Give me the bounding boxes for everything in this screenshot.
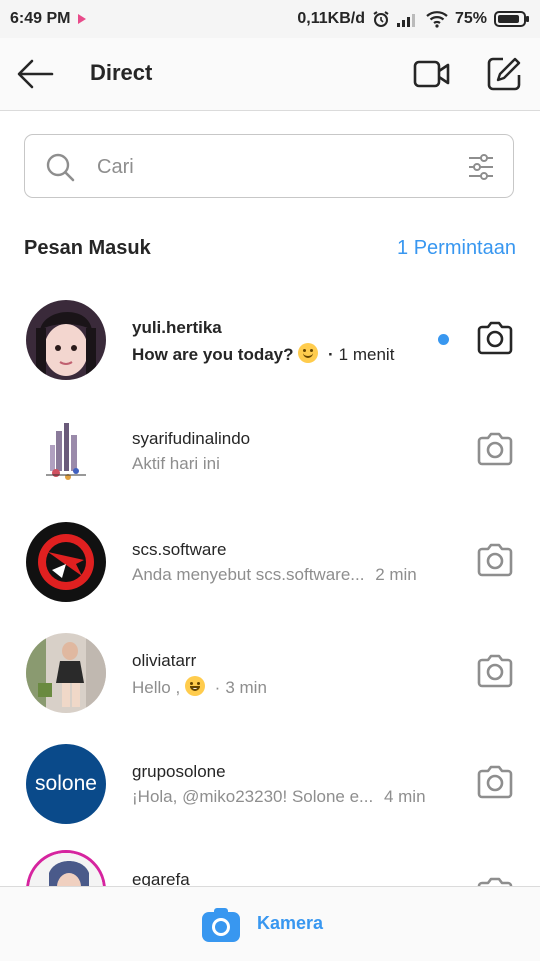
message-time: 4 min — [383, 787, 426, 806]
message-text: Anda menyebut scs.software... — [132, 565, 365, 584]
smiling-face-icon — [298, 343, 319, 363]
status-bar: 6:49 PM 0,11KB/d 75% — [0, 0, 540, 38]
avatar — [26, 411, 106, 491]
signal-icon — [396, 14, 415, 27]
avatar — [26, 522, 106, 602]
camera-icon[interactable] — [476, 653, 514, 689]
status-right: 0,11KB/d 75% — [297, 10, 530, 28]
thread-item[interactable]: yuli.hertika How are you today? · 1 menit — [0, 300, 540, 411]
avatar — [26, 850, 106, 886]
search-input[interactable] — [95, 149, 459, 185]
message-text: ¡Hola, @miko23230! Solone e... — [132, 787, 374, 806]
camera-icon[interactable] — [476, 764, 514, 800]
separator-dot: · — [328, 345, 334, 364]
thread-item[interactable]: scs.software Anda menyebut scs.software.… — [0, 522, 540, 633]
arrow-left-icon[interactable] — [16, 58, 54, 90]
camera-icon[interactable] — [476, 320, 514, 356]
avatar: solone — [26, 744, 106, 824]
play-store-icon — [78, 14, 87, 24]
thread-username: syarifudinalindo — [132, 429, 251, 448]
thread-item[interactable]: egarefa — [0, 850, 540, 886]
search-icon — [46, 153, 75, 182]
thread-message: Aktif hari ini — [132, 454, 220, 474]
camera-icon[interactable] — [476, 431, 514, 467]
video-camera-icon[interactable] — [413, 56, 451, 92]
thread-message: How are you today? · 1 menit — [132, 343, 394, 365]
network-speed: 0,11KB/d — [297, 10, 365, 27]
camera-button-label[interactable]: Kamera — [257, 913, 323, 934]
wifi-icon — [426, 11, 448, 28]
compose-icon[interactable] — [486, 56, 522, 92]
avatar — [26, 633, 106, 713]
thread-item[interactable]: solone gruposolone ¡Hola, @miko23230! So… — [0, 744, 540, 855]
message-text: How are you today? — [132, 345, 294, 364]
grinning-face-icon — [184, 676, 205, 696]
message-text: Aktif hari ini — [132, 454, 220, 473]
avatar-logo-text: solone — [35, 772, 97, 795]
unread-indicator — [438, 334, 449, 345]
camera-icon[interactable] — [476, 876, 514, 886]
camera-icon[interactable] — [476, 542, 514, 578]
thread-message: Anda menyebut scs.software... 2 min — [132, 565, 417, 585]
section-title: Pesan Masuk — [24, 237, 151, 259]
separator-dot: · — [214, 678, 221, 697]
alarm-icon — [373, 11, 389, 27]
thread-username: oliviatarr — [132, 651, 197, 670]
avatar — [26, 300, 106, 380]
message-time: 3 min — [225, 678, 267, 697]
bottom-bar: Kamera — [0, 886, 540, 961]
thread-username: egarefa — [132, 870, 190, 886]
search-box[interactable] — [24, 134, 514, 198]
thread-item[interactable]: syarifudinalindo Aktif hari ini — [0, 411, 540, 522]
message-time: 2 min — [375, 565, 417, 584]
thread-username: yuli.hertika — [132, 318, 222, 337]
message-text: Hello , — [132, 678, 181, 697]
message-time: 1 menit — [338, 345, 395, 364]
thread-item[interactable]: oliviatarr Hello , · 3 min — [0, 633, 540, 744]
requests-link[interactable]: 1 Permintaan — [397, 237, 516, 260]
camera-icon[interactable] — [201, 907, 241, 943]
thread-message: Hello , · 3 min — [132, 676, 267, 698]
thread-message: ¡Hola, @miko23230! Solone e... 4 min — [132, 787, 426, 807]
battery-icon — [494, 11, 529, 27]
filter-icon[interactable] — [467, 153, 495, 181]
battery-percent: 75% — [454, 10, 487, 27]
page-title: Direct — [90, 60, 153, 85]
thread-username: scs.software — [132, 540, 227, 559]
header: Direct — [0, 38, 540, 111]
thread-username: gruposolone — [132, 762, 226, 781]
status-time: 6:49 PM — [10, 10, 71, 27]
